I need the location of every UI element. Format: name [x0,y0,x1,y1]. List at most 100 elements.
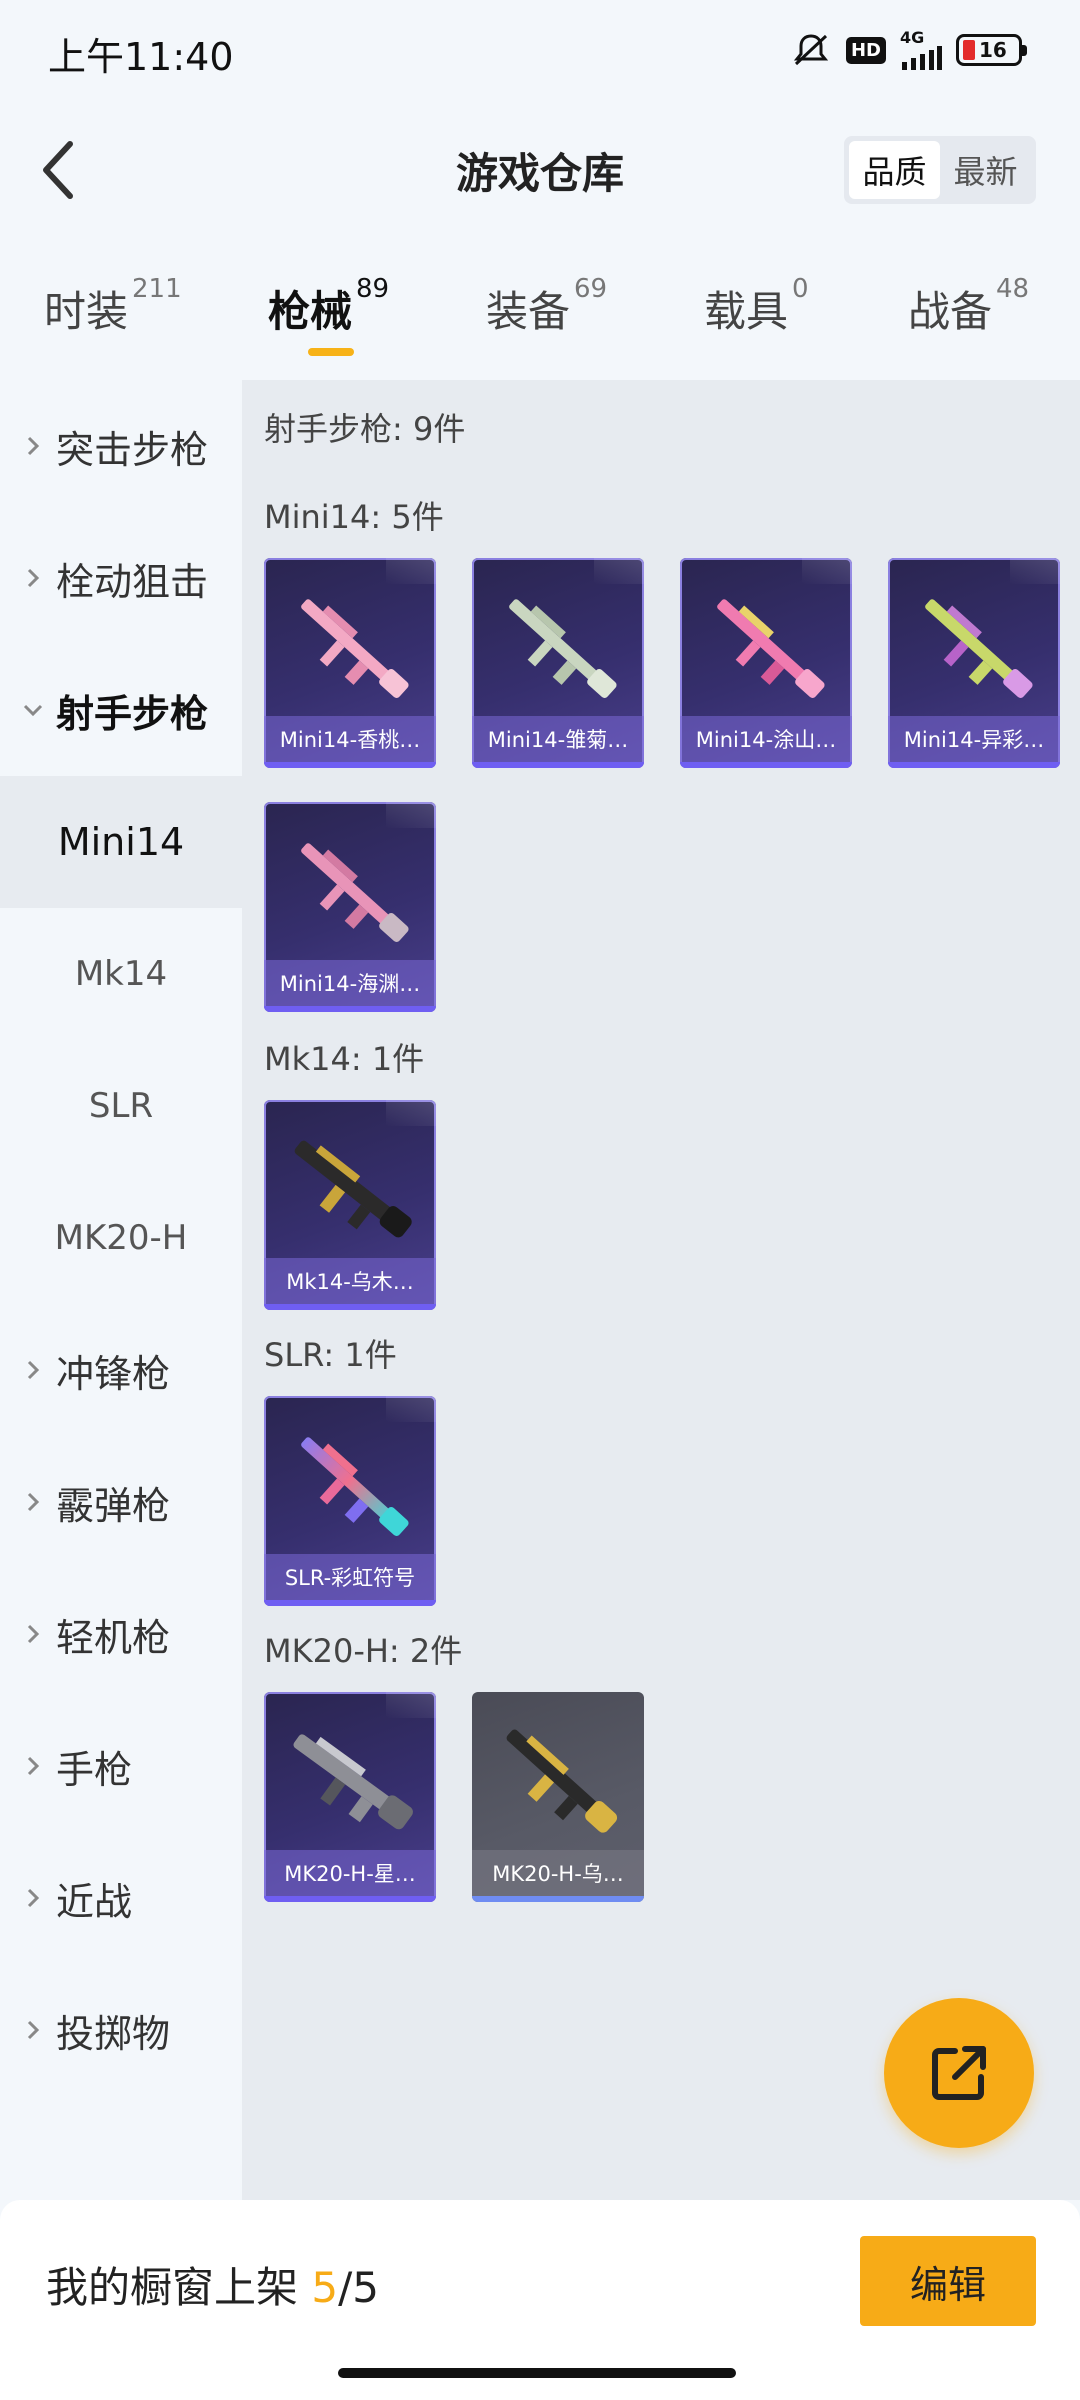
skin-name: Mini14-涂山… [695,728,837,752]
showcase-status: 我的橱窗上架 5/5 [46,2254,379,2315]
tab-count: 69 [574,274,608,304]
card-bottom-line [264,762,436,768]
battery-fill [963,40,975,60]
status-bar: 上午11:40 HD 4G 16 [0,0,1080,100]
skin-card[interactable]: Mini14-涂山… [680,558,852,768]
skin-name: Mini14-香桃… [279,728,421,752]
tab-count: 89 [356,274,390,304]
status-time: 上午11:40 [48,35,234,79]
card-label-bar: Mini14-异彩… [888,716,1060,762]
tab-fashion[interactable]: 时装 211 [44,274,182,339]
sidebar-item-label: 投掷物 [56,2011,171,2056]
sort-toggle: 品质 最新 [844,136,1036,204]
skin-card[interactable]: MK20-H-乌… [472,1692,644,1902]
tab-supplies[interactable]: 战备 48 [908,274,1029,339]
rifle-icon [301,843,409,942]
card-bottom-line [888,762,1060,768]
tab-label: 装备 [486,287,571,336]
sidebar-item-smg[interactable]: 冲锋枪 [0,1304,242,1436]
sort-quality-button[interactable]: 品质 [849,141,940,199]
skin-card[interactable]: Mini14-香桃… [264,558,436,768]
chevron-right-icon [22,2019,44,2041]
card-label-bar: MK20-H-乌… [472,1850,644,1896]
sidebar-item-lmg[interactable]: 轻机枪 [0,1568,242,1700]
showcase-count: 5 [311,2263,339,2312]
chevron-right-icon [22,567,44,589]
tab-label: 枪械 [268,287,353,336]
sidebar-item-label: 霰弹枪 [56,1483,171,1528]
sidebar-item-label: 冲锋枪 [56,1351,171,1396]
header: 游戏仓库 品质 最新 [0,110,1080,230]
skin-card[interactable]: Mk14-乌木… [264,1100,436,1310]
skin-card[interactable]: Mini14-雏菊… [472,558,644,768]
hd-badge: HD [845,36,886,64]
sidebar-sub-mini14[interactable]: Mini14 [0,776,242,908]
section-header-slr: SLR: 1件 [264,1336,397,1374]
sidebar-item-shotgun[interactable]: 霰弹枪 [0,1436,242,1568]
battery-level: 16 [979,38,1007,62]
sidebar-item-label: 射手步枪 [56,691,209,736]
share-icon [932,2046,986,2100]
item-grid-panel: 射手步枪: 9件 Mini14: 5件 Mini14-香桃… Mini14-雏菊… [242,380,1080,2200]
card-bottom-line [264,1304,436,1310]
skin-card[interactable]: SLR-彩虹符号 [264,1396,436,1606]
category-total: 射手步枪: 9件 [264,410,466,448]
card-label-bar: Mini14-涂山… [680,716,852,762]
tab-label: 载具 [704,287,789,336]
signal-icon: 4G [900,30,942,70]
rifle-icon [301,1437,409,1536]
chevron-right-icon [22,1623,44,1645]
skin-card[interactable]: Mini14-异彩… [888,558,1060,768]
rifle-icon [925,599,1033,698]
card-label-bar: Mini14-香桃… [264,716,436,762]
card-label-bar: SLR-彩虹符号 [264,1554,436,1600]
rifle-icon [293,1734,413,1830]
network-type: 4G [900,28,925,47]
sidebar-item-label: 近战 [56,1879,133,1924]
card-label-bar: Mk14-乌木… [264,1258,436,1304]
sidebar-item-melee[interactable]: 近战 [0,1832,242,1964]
edit-button[interactable]: 编辑 [860,2236,1036,2326]
sidebar-item-marksman-rifle[interactable]: 射手步枪 [0,644,242,776]
sidebar-sub-mk14[interactable]: Mk14 [0,908,242,1040]
share-button[interactable] [884,1998,1034,2148]
card-bottom-line [472,762,644,768]
tab-count: 0 [792,274,809,304]
skin-name: Mini14-雏菊… [487,728,629,752]
skin-card[interactable]: MK20-H-星… [264,1692,436,1902]
chevron-right-icon [22,1755,44,1777]
sidebar-sub-slr[interactable]: SLR [0,1040,242,1172]
sidebar-sub-mk20h[interactable]: MK20-H [0,1172,242,1304]
sidebar-item-label: 轻机枪 [56,1615,171,1660]
tab-vehicles[interactable]: 载具 0 [704,274,809,339]
sort-newest-button[interactable]: 最新 [940,141,1031,199]
rifle-icon [506,1729,618,1833]
sidebar: 突击步枪 栓动狙击 射手步枪 Mini14 Mk14 SLR MK20-H 冲锋… [0,380,242,2200]
card-bottom-line [264,1006,436,1012]
sidebar-item-label: 突击步枪 [56,427,209,472]
section-header-mini14: Mini14: 5件 [264,498,444,536]
skin-name: Mini14-海渊… [279,972,421,996]
battery-icon: 16 [956,34,1027,66]
home-indicator[interactable] [338,2368,736,2378]
sidebar-item-throwable[interactable]: 投掷物 [0,1964,242,2096]
bottom-bar: 我的橱窗上架 5/5 编辑 [0,2200,1080,2400]
sidebar-item-assault-rifle[interactable]: 突击步枪 [0,380,242,512]
skin-card[interactable]: Mini14-海渊… [264,802,436,1012]
tab-count: 211 [132,274,182,304]
category-tabs: 时装 211 枪械 89 装备 69 载具 0 战备 48 [0,270,1080,370]
sidebar-item-bolt-sniper[interactable]: 栓动狙击 [0,512,242,644]
tab-equipment[interactable]: 装备 69 [486,274,607,339]
tab-firearms[interactable]: 枪械 89 [268,274,389,339]
skin-name: Mk14-乌木… [286,1270,414,1294]
sidebar-item-pistol[interactable]: 手枪 [0,1700,242,1832]
tab-label: 时装 [44,287,129,336]
skin-name: MK20-H-乌… [492,1862,624,1886]
chevron-right-icon [22,1491,44,1513]
card-bottom-line [680,762,852,768]
chevron-right-icon [22,1359,44,1381]
card-bottom-line [472,1896,644,1902]
sidebar-item-label: 栓动狙击 [56,559,209,604]
status-icons: HD 4G 16 [790,30,1027,70]
tab-label: 战备 [908,287,993,336]
